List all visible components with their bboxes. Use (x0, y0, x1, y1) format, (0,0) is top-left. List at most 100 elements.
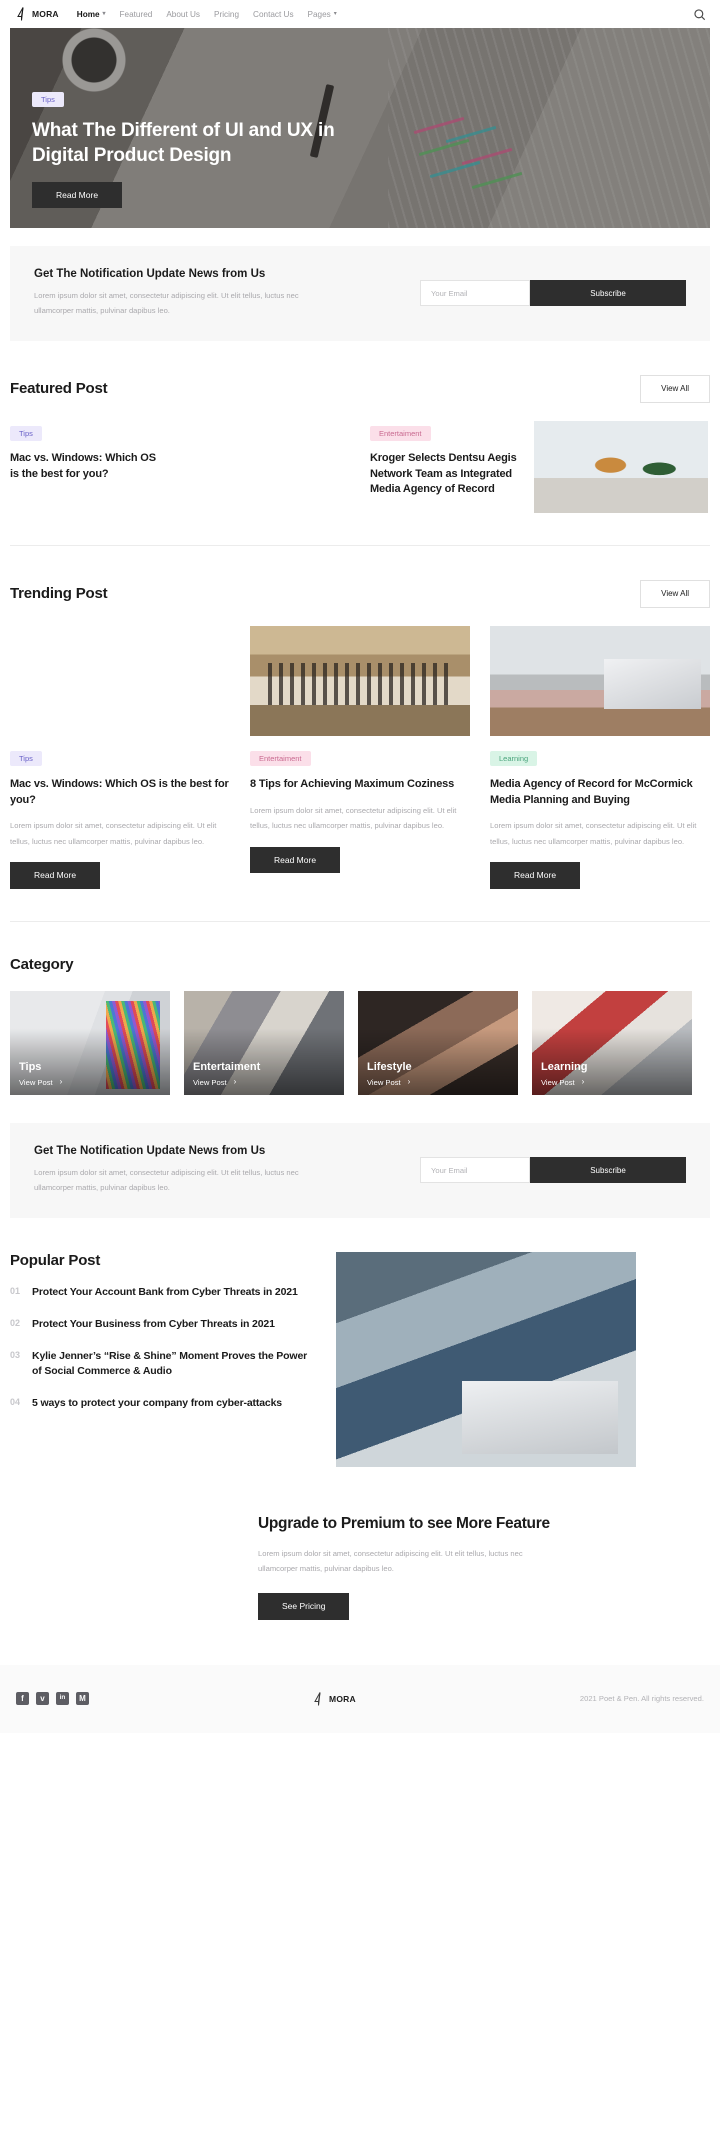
newsletter-top-subscribe-button[interactable]: Subscribe (530, 280, 686, 307)
nav-item-featured[interactable]: Featured (120, 10, 153, 19)
category-view-post-link[interactable]: View Post › (193, 1078, 260, 1087)
popular-list-item[interactable]: 01 Protect Your Account Bank from Cyber … (10, 1285, 310, 1300)
newsletter-bottom-text: Get The Notification Update News from Us… (34, 1145, 364, 1196)
featured-posts-row: Tips Mac vs. Windows: Which OS is the be… (10, 420, 710, 513)
category-view-post-label: View Post (367, 1077, 401, 1087)
trending-post-badge[interactable]: Learning (490, 750, 538, 767)
man-playing-guitar-photo (534, 420, 708, 513)
social-links: f ᴠ in M (16, 1692, 89, 1706)
newsletter-bottom-subscribe-button[interactable]: Subscribe (530, 1157, 686, 1184)
category-name: Learning (541, 1060, 588, 1073)
trending-post-image (490, 625, 710, 736)
featured-post-card[interactable]: Entertaiment Kroger Selects Dentsu Aegis… (370, 420, 708, 513)
category-name: Tips (19, 1060, 42, 1073)
category-view-post-link[interactable]: View Post › (367, 1078, 412, 1087)
category-view-post-label: View Post (193, 1077, 227, 1087)
popular-row: Popular Post 01 Protect Your Account Ban… (10, 1251, 710, 1467)
hero-read-more-button[interactable]: Read More (32, 181, 123, 208)
category-card-body: Entertaiment View Post › (193, 1061, 260, 1087)
category-view-post-link[interactable]: View Post › (541, 1078, 587, 1087)
brand-logo[interactable]: MORA (16, 7, 59, 21)
trending-read-more-button[interactable]: Read More (10, 862, 101, 889)
premium-upgrade-section: Upgrade to Premium to see More Feature L… (10, 1497, 710, 1635)
popular-left-column: Popular Post 01 Protect Your Account Ban… (10, 1252, 310, 1429)
premium-text: Upgrade to Premium to see More Feature L… (258, 1497, 558, 1620)
trending-view-all-button[interactable]: View All (640, 579, 710, 608)
popular-item-number: 04 (10, 1397, 21, 1408)
search-icon[interactable] (693, 8, 706, 21)
newsletter-top-form: Subscribe (420, 280, 686, 307)
featured-section-title: Featured Post (10, 380, 108, 398)
footer-brand[interactable]: MORA (313, 1691, 356, 1706)
category-name: Entertaiment (193, 1060, 261, 1073)
footer-brand-name: MORA (329, 1693, 356, 1704)
category-card-entertaiment[interactable]: Entertaiment View Post › (184, 990, 344, 1095)
footer-copyright: 2021 Poet & Pen. All rights reserved. (579, 1694, 704, 1704)
popular-list-item[interactable]: 02 Protect Your Business from Cyber Thre… (10, 1317, 310, 1332)
popular-list: 01 Protect Your Account Bank from Cyber … (10, 1285, 310, 1412)
medium-icon[interactable]: M (76, 1692, 89, 1706)
featured-post-image (534, 420, 708, 513)
chevron-down-icon: ▾ (102, 11, 106, 17)
trending-read-more-button[interactable]: Read More (250, 846, 341, 874)
trending-post-badge[interactable]: Entertaiment (250, 750, 311, 767)
trending-badge-wrap: Learning (490, 748, 710, 767)
featured-post-title: Mac vs. Windows: Which OS is the best fo… (10, 452, 156, 480)
woman-laptop-photo (490, 625, 710, 736)
featured-post-card[interactable]: Tips Mac vs. Windows: Which OS is the be… (10, 421, 348, 513)
nav-item-pricing-label: Pricing (214, 9, 240, 19)
category-section: Category Tips View Post › Entertaiment V… (10, 956, 710, 1095)
popular-item-title: Protect Your Business from Cyber Threats… (32, 1317, 275, 1330)
category-row: Tips View Post › Entertaiment View Post (10, 990, 710, 1095)
trending-post-card[interactable]: Tips Mac vs. Windows: Which OS is the be… (10, 626, 230, 889)
trending-post-badge[interactable]: Tips (10, 750, 42, 767)
trending-post-image (10, 626, 230, 736)
nav-item-pricing[interactable]: Pricing (214, 10, 239, 19)
see-pricing-button[interactable]: See Pricing (258, 1593, 350, 1620)
trending-section-header: Trending Post View All (10, 579, 710, 608)
nav-item-contact-us[interactable]: Contact Us (253, 10, 294, 19)
category-card-body: Lifestyle View Post › (367, 1061, 412, 1087)
newsletter-bottom-email-input[interactable] (420, 1157, 530, 1184)
nav-item-pages[interactable]: Pages ▾ (308, 10, 337, 19)
trending-post-card[interactable]: Entertaiment 8 Tips for Achieving Maximu… (250, 625, 470, 889)
chevron-right-icon: › (59, 1077, 63, 1087)
facebook-icon[interactable]: f (16, 1692, 29, 1706)
mora-logo-icon (314, 1691, 321, 1706)
category-card-lifestyle[interactable]: Lifestyle View Post › (358, 990, 518, 1095)
trending-post-card[interactable]: Learning Media Agency of Record for McCo… (490, 625, 710, 889)
category-view-post-label: View Post (19, 1077, 53, 1087)
nav-item-about-us[interactable]: About Us (166, 10, 200, 19)
featured-post-text: Entertaiment Kroger Selects Dentsu Aegis… (370, 421, 520, 498)
category-view-post-link[interactable]: View Post › (19, 1078, 62, 1087)
newsletter-bottom-title: Get The Notification Update News from Us (34, 1144, 266, 1157)
newsletter-top-email-input[interactable] (420, 280, 530, 307)
linkedin-icon[interactable]: in (56, 1692, 69, 1706)
hero-category-badge[interactable]: Tips (32, 91, 64, 108)
trending-badge-wrap: Tips (10, 748, 230, 767)
featured-post-title: Kroger Selects Dentsu Aegis Network Team… (370, 452, 517, 496)
page-footer: f ᴠ in M MORA 2021 Poet & Pen. All right… (0, 1664, 720, 1733)
section-divider (10, 544, 710, 546)
featured-post-image (174, 421, 348, 513)
category-card-tips[interactable]: Tips View Post › (10, 990, 170, 1095)
newsletter-section-top: Get The Notification Update News from Us… (10, 246, 710, 341)
hero-title: What The Different of UI and UX in Digit… (32, 120, 335, 167)
popular-list-item[interactable]: 03 Kylie Jenner’s “Rise & Shine” Moment … (10, 1349, 310, 1379)
featured-post-badge[interactable]: Tips (10, 425, 42, 442)
newsletter-top-text: Get The Notification Update News from Us… (34, 268, 364, 319)
trending-read-more-button[interactable]: Read More (490, 862, 581, 889)
hero-content: Tips What The Different of UI and UX in … (32, 89, 688, 208)
featured-view-all-button[interactable]: View All (640, 374, 710, 403)
category-section-header: Category (10, 956, 710, 973)
premium-row: Upgrade to Premium to see More Feature L… (10, 1497, 710, 1635)
featured-post-badge[interactable]: Entertaiment (370, 425, 431, 442)
twitter-icon[interactable]: ᴠ (36, 1692, 49, 1706)
category-card-body: Tips View Post › (19, 1061, 62, 1087)
newsletter-section-bottom: Get The Notification Update News from Us… (10, 1122, 710, 1218)
popular-list-item[interactable]: 04 5 ways to protect your company from c… (10, 1396, 310, 1411)
hero-banner[interactable]: Tips What The Different of UI and UX in … (10, 28, 710, 228)
nav-item-home[interactable]: Home ▾ (77, 10, 106, 19)
category-card-learning[interactable]: Learning View Post › (532, 990, 692, 1095)
trending-post-image (250, 625, 470, 736)
